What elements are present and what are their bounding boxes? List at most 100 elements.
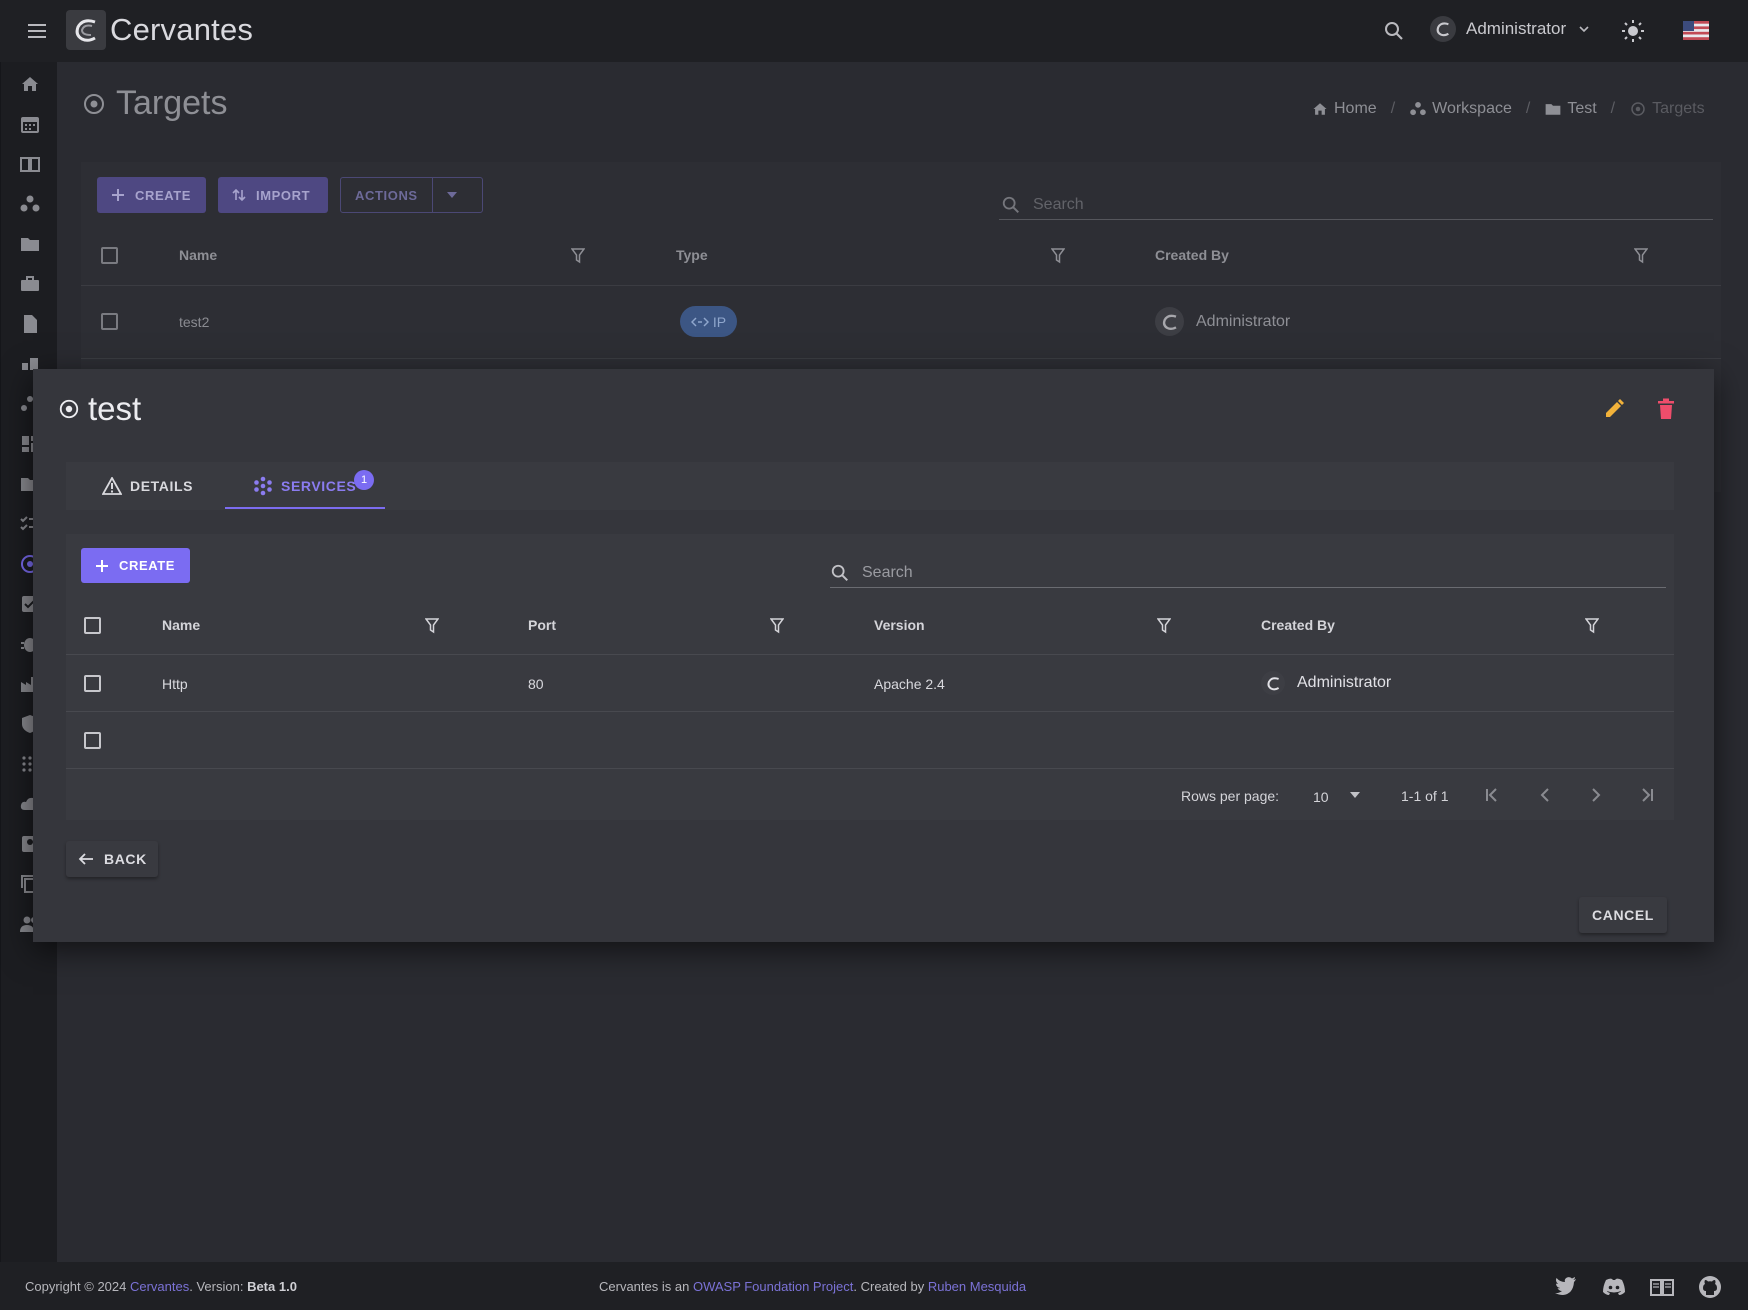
calendar-icon[interactable] — [19, 113, 41, 135]
row-checkbox[interactable] — [84, 732, 101, 749]
next-page-icon[interactable] — [1587, 786, 1605, 804]
divider — [81, 358, 1721, 359]
avatar — [1155, 307, 1184, 336]
column-header-created-by[interactable]: Created By — [1155, 247, 1229, 263]
dialog-title-text: test — [88, 390, 142, 427]
services-count-badge: 1 — [354, 470, 374, 490]
column-header-created-by[interactable]: Created By — [1261, 617, 1335, 633]
column-header-name[interactable]: Name — [179, 247, 217, 263]
pagination-range: 1-1 of 1 — [1401, 788, 1449, 804]
create-service-button[interactable]: CREATE — [81, 548, 190, 583]
filter-icon[interactable] — [1585, 618, 1599, 634]
folder-icon[interactable] — [19, 233, 41, 255]
book-icon[interactable] — [1650, 1278, 1674, 1296]
breadcrumb-separator: / — [1390, 100, 1396, 117]
brand[interactable]: Cervantes — [66, 10, 253, 50]
cancel-button[interactable]: CANCEL — [1579, 897, 1667, 933]
rows-per-page-select[interactable]: 10 — [1313, 789, 1329, 805]
briefcase-icon[interactable] — [19, 273, 41, 295]
select-all-checkbox[interactable] — [84, 617, 101, 634]
filter-icon[interactable] — [1634, 248, 1648, 264]
caret-down-icon[interactable] — [1350, 792, 1360, 798]
service-name-cell[interactable]: Http — [162, 676, 188, 692]
sun-icon[interactable] — [1620, 18, 1646, 44]
user-name: Administrator — [1466, 19, 1567, 38]
search-icon — [1001, 195, 1021, 215]
breadcrumb-separator: / — [1610, 100, 1616, 117]
breadcrumb-test[interactable]: Test — [1544, 100, 1597, 118]
warning-icon — [102, 477, 130, 495]
targets-search-input[interactable]: Search — [999, 190, 1713, 220]
menu-icon[interactable] — [26, 20, 48, 42]
service-version-cell: Apache 2.4 — [874, 676, 945, 692]
filter-icon[interactable] — [1051, 248, 1065, 264]
breadcrumb-targets: Targets — [1629, 100, 1705, 118]
brand-name: Cervantes — [110, 12, 254, 47]
discord-icon[interactable] — [1602, 1278, 1626, 1296]
breadcrumb: Home / Workspace / Test / Targets — [1311, 100, 1705, 118]
column-header-port[interactable]: Port — [528, 617, 556, 633]
created-by-cell: Administrator — [1155, 307, 1290, 336]
chevron-down-icon — [1578, 23, 1590, 35]
first-page-icon[interactable] — [1483, 786, 1501, 804]
workspace-icon[interactable] — [19, 193, 41, 215]
import-icon — [232, 188, 256, 202]
previous-page-icon[interactable] — [1536, 786, 1554, 804]
column-header-type[interactable]: Type — [676, 247, 708, 263]
back-button[interactable]: BACK — [66, 841, 158, 877]
row-checkbox[interactable] — [84, 675, 101, 692]
last-page-icon[interactable] — [1638, 786, 1656, 804]
target-name-cell[interactable]: test2 — [179, 314, 209, 330]
actions-button[interactable]: ACTIONS — [340, 177, 483, 213]
search-icon[interactable] — [1383, 20, 1405, 42]
github-icon[interactable] — [1698, 1275, 1722, 1299]
target-icon — [58, 398, 80, 420]
column-header-name[interactable]: Name — [162, 617, 200, 633]
twitter-icon[interactable] — [1555, 1277, 1577, 1295]
folder-icon — [1544, 100, 1567, 118]
column-header-version[interactable]: Version — [874, 617, 925, 633]
row-checkbox[interactable] — [101, 313, 118, 330]
target-icon — [82, 92, 106, 116]
page-title: Targets — [82, 84, 228, 123]
select-all-checkbox[interactable] — [101, 247, 118, 264]
filter-icon[interactable] — [571, 248, 585, 264]
rows-per-page-label: Rows per page: — [1181, 788, 1280, 804]
author-link[interactable]: Ruben Mesquida — [928, 1279, 1026, 1294]
created-by-cell: Administrator — [1261, 671, 1391, 695]
workspace-icon — [1409, 100, 1432, 118]
home-icon — [1311, 100, 1334, 118]
book-icon[interactable] — [19, 153, 41, 175]
services-search-input[interactable]: Search — [830, 558, 1666, 588]
avatar — [1430, 16, 1456, 42]
breadcrumb-workspace[interactable]: Workspace — [1409, 100, 1512, 118]
arrow-left-icon — [78, 852, 104, 866]
divider — [66, 768, 1674, 769]
divider — [66, 654, 1674, 655]
tab-details[interactable]: DETAILS — [102, 462, 193, 510]
create-target-button[interactable]: CREATE — [97, 177, 206, 213]
services-icon — [253, 476, 281, 496]
home-icon[interactable] — [19, 73, 41, 95]
version-text: Beta 1.0 — [247, 1279, 297, 1294]
search-icon — [830, 563, 850, 583]
filter-icon[interactable] — [770, 618, 784, 634]
cervantes-logo-icon — [66, 10, 106, 50]
user-menu[interactable]: Administrator — [1430, 16, 1590, 42]
caret-down-icon[interactable] — [433, 192, 482, 198]
divider — [81, 285, 1721, 286]
document-icon[interactable] — [19, 313, 41, 335]
breadcrumb-home[interactable]: Home — [1311, 100, 1377, 118]
footer: Copyright © 2024 Cervantes. Version: Bet… — [0, 1262, 1748, 1310]
filter-icon[interactable] — [1157, 618, 1171, 634]
import-button[interactable]: IMPORT — [218, 177, 328, 213]
us-flag-icon[interactable] — [1683, 21, 1709, 40]
owasp-link[interactable]: OWASP Foundation Project — [693, 1279, 853, 1294]
dialog-title: test — [58, 390, 141, 428]
footer-copyright: Copyright © 2024 Cervantes. Version: Bet… — [25, 1279, 297, 1294]
pencil-icon[interactable] — [1603, 398, 1625, 420]
cervantes-link[interactable]: Cervantes — [130, 1279, 189, 1294]
trash-icon[interactable] — [1656, 398, 1676, 420]
breadcrumb-separator: / — [1525, 100, 1531, 117]
filter-icon[interactable] — [425, 618, 439, 634]
